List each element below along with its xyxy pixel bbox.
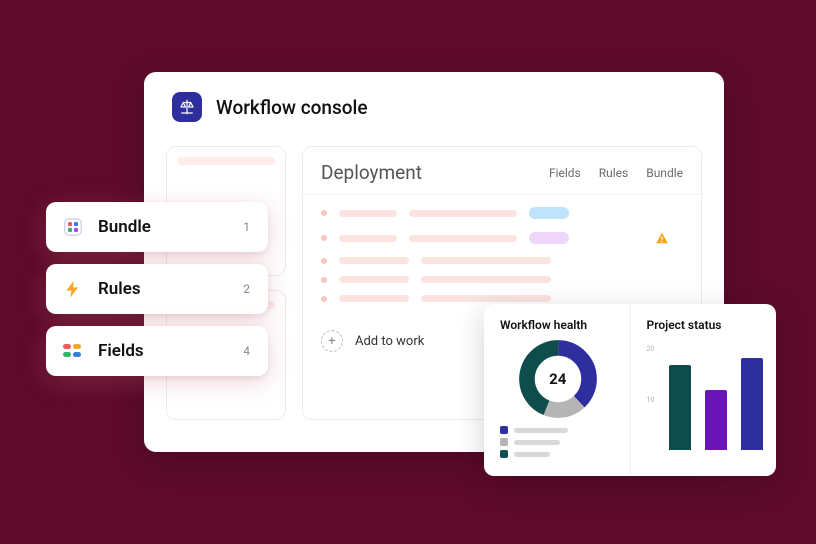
card-count: 2	[243, 282, 250, 296]
card-label: Fields	[98, 341, 231, 361]
workflow-health-title: Workflow health	[500, 318, 616, 332]
bar-chart: 20 10	[657, 338, 763, 450]
y-tick: 10	[647, 396, 655, 404]
card-bundle[interactable]: Bundle 1	[46, 202, 268, 252]
card-label: Rules	[98, 279, 231, 299]
bolt-icon	[60, 276, 86, 302]
add-to-work-label: Add to work	[355, 334, 424, 349]
donut-legend	[500, 426, 616, 458]
tab-rules[interactable]: Rules	[599, 166, 628, 180]
bar	[705, 390, 727, 450]
card-count: 4	[243, 344, 250, 358]
deployment-title: Deployment	[321, 161, 422, 184]
table-row[interactable]	[303, 201, 701, 225]
console-title: Workflow console	[216, 96, 368, 119]
tab-bundle[interactable]: Bundle	[646, 166, 683, 180]
floating-summary-cards: Bundle 1 Rules 2 Fields 4	[46, 202, 268, 376]
project-status-panel: Project status 20 10	[630, 304, 777, 476]
grid-icon	[60, 214, 86, 240]
bar	[741, 358, 763, 450]
scales-icon	[172, 92, 202, 122]
console-header: Workflow console	[144, 72, 724, 136]
project-status-title: Project status	[647, 318, 763, 332]
table-row[interactable]	[303, 225, 701, 251]
stats-card: Workflow health 24 Project status 20 10	[484, 304, 776, 476]
status-badge	[529, 207, 569, 219]
table-row[interactable]	[303, 251, 701, 270]
card-count: 1	[243, 220, 250, 234]
donut-chart: 24	[517, 338, 599, 420]
tab-fields[interactable]: Fields	[549, 166, 581, 180]
warning-icon	[641, 231, 683, 245]
table-row[interactable]	[303, 270, 701, 289]
status-badge	[529, 232, 569, 244]
card-label: Bundle	[98, 217, 231, 237]
plus-icon: +	[321, 330, 343, 352]
deployment-tabs: Fields Rules Bundle	[549, 166, 683, 180]
card-rules[interactable]: Rules 2	[46, 264, 268, 314]
y-tick: 20	[647, 345, 655, 353]
donut-center-value: 24	[549, 370, 566, 388]
workflow-health-panel: Workflow health 24	[484, 304, 630, 476]
card-fields[interactable]: Fields 4	[46, 326, 268, 376]
dashes-icon	[60, 338, 86, 364]
bar	[669, 365, 691, 450]
deployment-rows	[303, 195, 701, 314]
